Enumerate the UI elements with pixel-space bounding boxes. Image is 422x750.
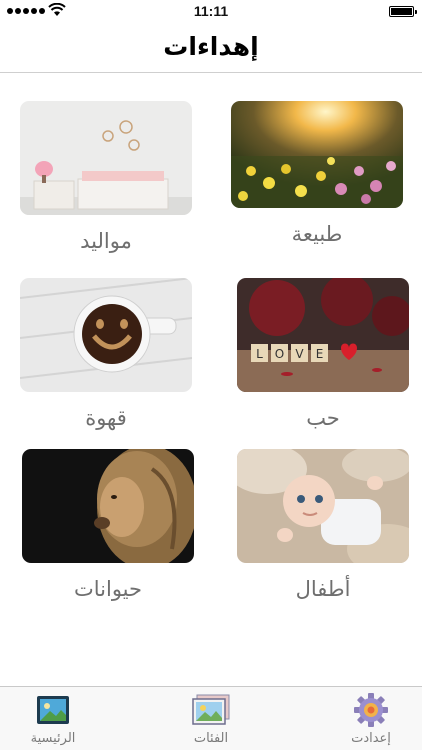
category-card-nature[interactable]: طبيعة xyxy=(231,101,403,246)
tab-home[interactable]: الرئيسية xyxy=(8,693,98,746)
tab-categories[interactable]: الفئات xyxy=(166,693,256,746)
animals-lion-image xyxy=(22,449,194,563)
gear-icon xyxy=(354,693,388,727)
tab-settings[interactable]: إعدادت xyxy=(326,693,416,746)
category-label-children: أطفال xyxy=(295,577,351,601)
gallery-icon xyxy=(192,694,230,725)
landscape-photo-icon xyxy=(37,696,69,724)
svg-text:O: O xyxy=(275,347,284,361)
category-label-births: مواليد xyxy=(80,229,132,253)
tab-settings-label: إعدادت xyxy=(351,731,391,746)
category-card-births[interactable]: مواليد xyxy=(20,101,192,253)
svg-text:V: V xyxy=(295,347,304,361)
nature-flowers-image xyxy=(231,101,403,208)
category-card-love[interactable]: L O V E حب xyxy=(237,278,409,430)
category-card-coffee[interactable]: قهوة xyxy=(20,278,192,430)
births-nursery-image xyxy=(20,101,192,215)
category-label-nature: طبيعة xyxy=(291,222,343,246)
svg-text:L: L xyxy=(256,347,263,361)
love-scrabble-image: L O V E xyxy=(237,278,409,392)
coffee-cup-image xyxy=(20,278,192,392)
tab-bar: إعدادت الفئات الرئيسية xyxy=(0,686,422,750)
svg-text:E: E xyxy=(316,347,324,361)
children-baby-image xyxy=(237,449,409,563)
category-label-love: حب xyxy=(306,406,340,430)
category-grid: طبيعة مواليد L O V E حب قهوة أطفال حيوان… xyxy=(0,0,422,690)
category-card-animals[interactable]: حيوانات xyxy=(22,449,194,601)
category-card-children[interactable]: أطفال xyxy=(237,449,409,601)
tab-categories-label: الفئات xyxy=(193,731,229,746)
category-label-coffee: قهوة xyxy=(85,406,127,430)
tab-home-label: الرئيسية xyxy=(30,731,76,746)
category-label-animals: حيوانات xyxy=(73,577,142,601)
